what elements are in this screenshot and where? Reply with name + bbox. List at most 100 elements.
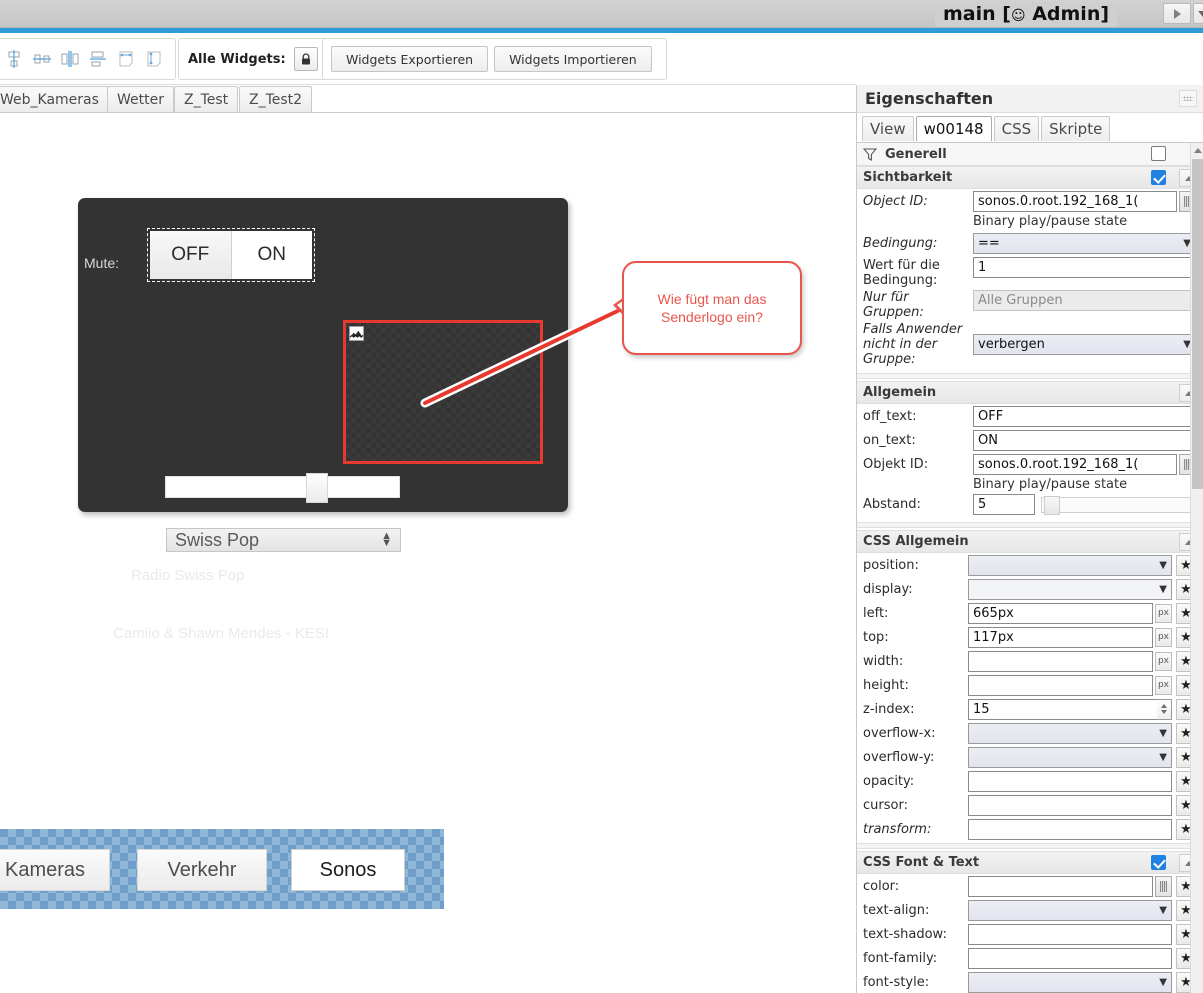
nav-button-verkehr[interactable]: Verkehr (137, 849, 267, 891)
tab-skripte[interactable]: Skripte (1041, 116, 1111, 141)
view-tab-z-test[interactable]: Z_Test (174, 86, 239, 112)
falls-anwender-select[interactable]: verbergen ▼ (973, 334, 1196, 355)
css-left-input[interactable]: 665px (968, 602, 1153, 624)
abstand-slider[interactable] (1041, 495, 1196, 515)
stepper-arrows-icon: ▲ ▼ (381, 530, 392, 549)
tab-css[interactable]: CSS (993, 116, 1040, 141)
row-css-zindex: z-index: 15 ★ (857, 697, 1203, 721)
align-horizontal-center-icon[interactable] (29, 45, 55, 73)
wert-bedingung-input[interactable]: 1 (973, 257, 1196, 278)
station-logo-image-widget[interactable] (343, 320, 543, 464)
view-tab-web-kameras[interactable]: Web_Kameras (0, 86, 109, 112)
css-zindex-spinner[interactable] (1157, 698, 1172, 720)
station-select[interactable]: Swiss Pop ▲ ▼ (166, 528, 401, 552)
chevron-down-icon: ▼ (1159, 583, 1167, 595)
distribute-vertical-icon[interactable] (85, 45, 111, 73)
abstand-input[interactable]: 5 (973, 494, 1035, 515)
css-overflow-x-label: overflow-x: (863, 725, 936, 741)
tab-widget-id[interactable]: w00148 (915, 116, 992, 141)
css-font-family-input[interactable] (968, 947, 1172, 969)
on-text-input[interactable]: ON (973, 429, 1196, 451)
object-id-input[interactable]: sonos.0.root.192_168_1( (973, 190, 1177, 212)
row-objekt-id: Objekt ID: sonos.0.root.192_168_1( (857, 452, 1203, 476)
filter-icon (863, 148, 877, 161)
import-widgets-button[interactable]: Widgets Importieren (494, 46, 652, 72)
css-text-align-select[interactable]: ▼ (968, 899, 1172, 921)
menu-dropdown-button[interactable] (1193, 3, 1203, 24)
run-button[interactable] (1163, 3, 1191, 24)
css-width-unit-button[interactable]: px (1155, 651, 1172, 671)
css-font-text-checkbox[interactable] (1151, 855, 1166, 870)
off-text-input[interactable]: OFF (973, 405, 1196, 427)
section-generell-label: Generell (885, 146, 947, 162)
row-css-opacity: opacity: ★ (857, 769, 1203, 793)
properties-content[interactable]: Generell Sichtbarkeit Object ID: sonos.0… (857, 142, 1203, 993)
properties-scrollbar[interactable] (1190, 143, 1203, 993)
scroll-up-arrow[interactable] (1191, 143, 1203, 157)
css-left-unit-button[interactable]: px (1155, 603, 1172, 623)
design-canvas[interactable]: Mute: OFF ON Swiss Pop ▲ ▼ Radio Swiss Po… (0, 113, 856, 993)
section-divider (857, 373, 1203, 379)
section-css-font-text[interactable]: CSS Font & Text (857, 851, 1203, 874)
css-overflow-y-select[interactable]: ▼ (968, 746, 1172, 768)
generell-checkbox[interactable] (1151, 146, 1166, 161)
css-opacity-input[interactable] (968, 770, 1172, 792)
css-color-label: color: (863, 878, 900, 894)
volume-slider-thumb[interactable] (306, 473, 328, 503)
nur-fuer-gruppen-label: Nur für Gruppen: (863, 290, 924, 320)
volume-slider[interactable] (165, 473, 400, 503)
css-transform-input[interactable] (968, 818, 1172, 840)
objekt-id-input[interactable]: sonos.0.root.192_168_1( (973, 453, 1177, 475)
send-to-back-icon[interactable] (141, 45, 167, 73)
scroll-thumb[interactable] (1192, 159, 1203, 489)
css-top-unit-button[interactable]: px (1155, 627, 1172, 647)
mute-label: Mute: (84, 255, 120, 271)
bedingung-select[interactable]: == ▼ (973, 232, 1196, 254)
view-tab-wetter[interactable]: Wetter (107, 86, 174, 112)
mute-off-button[interactable]: OFF (150, 231, 232, 279)
css-width-label: width: (863, 653, 904, 669)
css-color-input[interactable] (968, 875, 1153, 897)
nav-button-sonos[interactable]: Sonos (291, 849, 405, 891)
tab-view[interactable]: View (862, 116, 914, 141)
nav-button-kameras[interactable]: Kameras (0, 849, 110, 891)
css-font-family-label: font-family: (863, 950, 938, 966)
css-position-select[interactable]: ▼ (968, 554, 1172, 576)
css-display-select[interactable]: ▼ (968, 578, 1172, 600)
sichtbarkeit-checkbox[interactable] (1151, 170, 1166, 185)
css-font-style-select[interactable]: ▼ (968, 971, 1172, 993)
bring-to-front-icon[interactable] (113, 45, 139, 73)
section-sichtbarkeit[interactable]: Sichtbarkeit (857, 166, 1203, 189)
css-zindex-input[interactable]: 15 (968, 698, 1158, 720)
export-widgets-button[interactable]: Widgets Exportieren (331, 46, 489, 72)
section-generell[interactable]: Generell (857, 143, 1203, 166)
on-text-label: on_text: (863, 432, 916, 448)
row-abstand: Abstand: 5 (857, 494, 1203, 520)
css-text-align-label: text-align: (863, 902, 930, 918)
css-top-input[interactable]: 117px (968, 626, 1153, 648)
nur-fuer-gruppen-input[interactable]: Alle Gruppen (973, 290, 1196, 311)
lock-icon (301, 52, 310, 64)
css-width-input[interactable] (968, 650, 1153, 672)
css-text-shadow-input[interactable] (968, 923, 1172, 945)
view-tab-z-test2[interactable]: Z_Test2 (239, 86, 313, 112)
row-wert-bedingung: Wert für die Bedingung: 1 (857, 255, 1203, 288)
css-overflow-x-select[interactable]: ▼ (968, 722, 1172, 744)
css-position-label: position: (863, 557, 919, 573)
css-color-picker-button[interactable] (1155, 875, 1172, 897)
lock-widgets-button[interactable] (293, 47, 318, 71)
section-allgemein[interactable]: Allgemein (857, 381, 1203, 404)
align-vertical-center-icon[interactable] (1, 45, 27, 73)
mute-toggle-widget[interactable]: OFF ON (147, 228, 315, 282)
section-css-allgemein[interactable]: CSS Allgemein (857, 530, 1203, 553)
resize-grip-icon[interactable] (1179, 90, 1197, 107)
title-bracket: ] (1100, 3, 1110, 25)
css-overflow-y-label: overflow-y: (863, 749, 935, 765)
distribute-horizontal-icon[interactable] (57, 45, 83, 73)
css-height-unit-button[interactable]: px (1155, 675, 1172, 695)
view-tab-strip: Web_Kameras Wetter Z_Test Z_Test2 (0, 86, 856, 113)
bedingung-label: Bedingung: (863, 235, 938, 251)
css-height-input[interactable] (968, 674, 1153, 696)
mute-on-button[interactable]: ON (231, 231, 312, 279)
css-cursor-input[interactable] (968, 794, 1172, 816)
